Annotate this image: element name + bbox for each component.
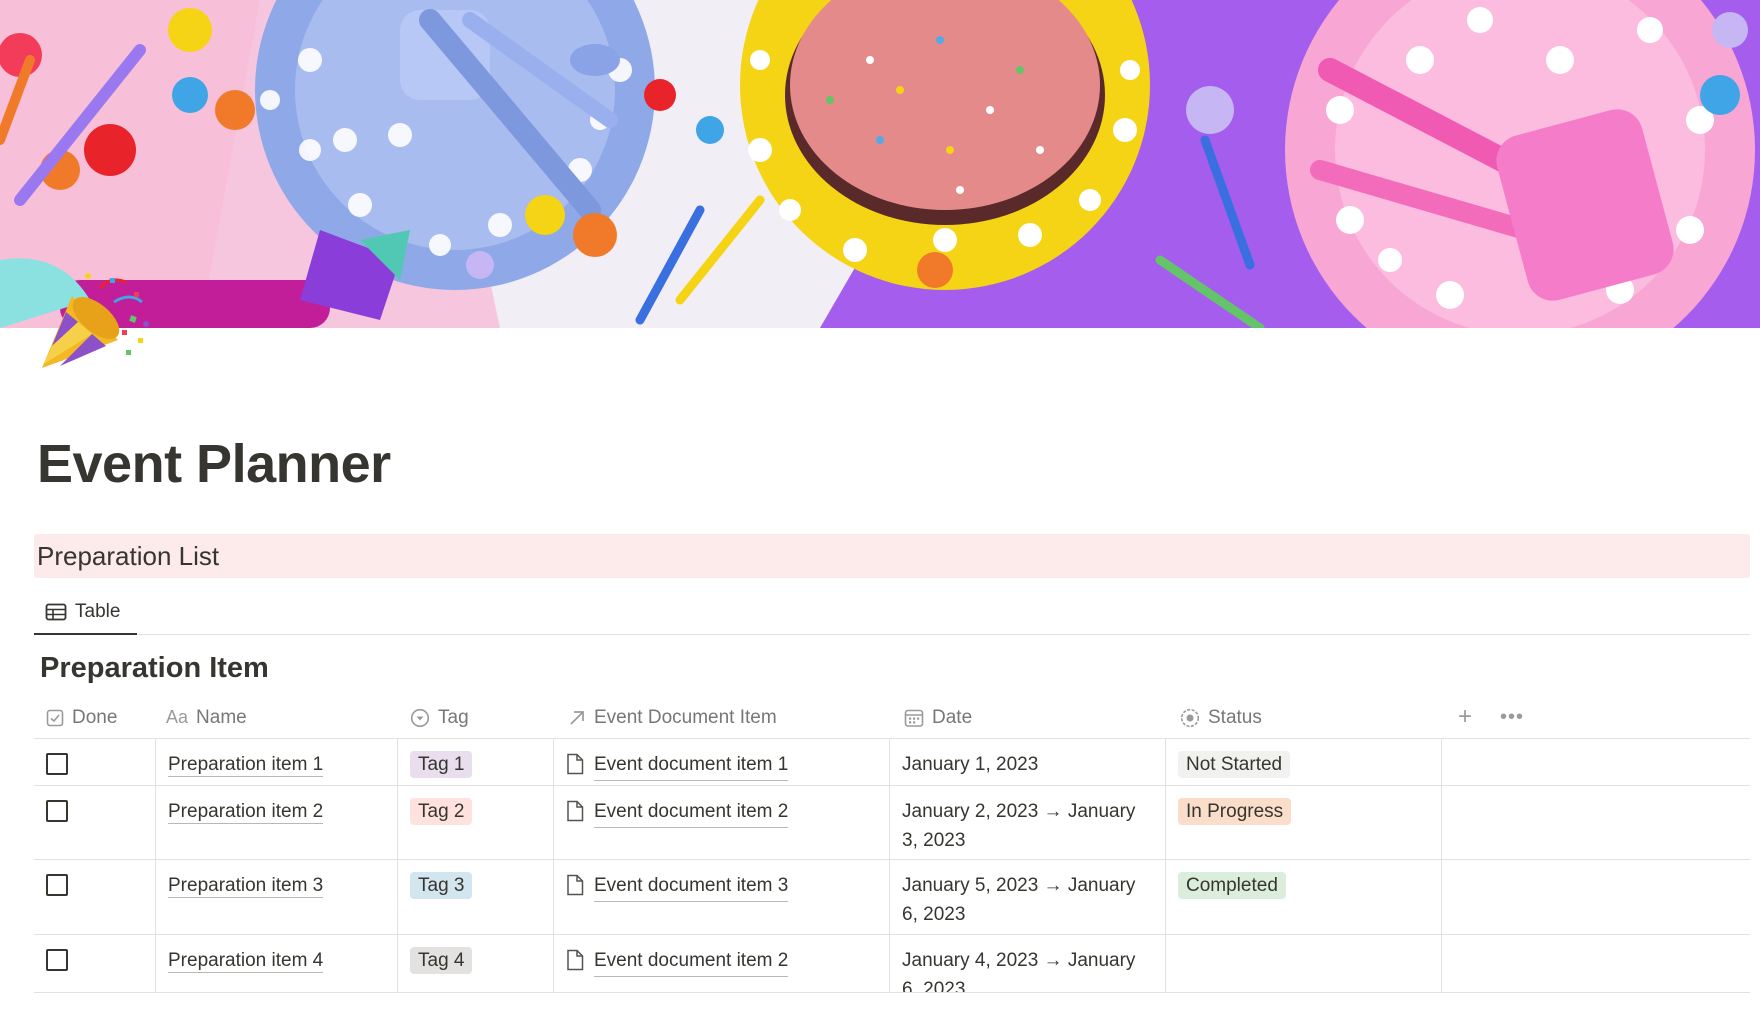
- column-header-tag-label: Tag: [438, 706, 469, 728]
- column-header-done-label: Done: [72, 706, 118, 728]
- done-cell: [34, 739, 156, 785]
- column-header-done[interactable]: Done: [46, 696, 117, 739]
- column-header-tag[interactable]: Tag: [410, 696, 469, 739]
- party-cover-image: [0, 0, 1760, 328]
- date-value: January 5, 2023 → January 6, 2023: [902, 875, 1136, 925]
- more-options-button[interactable]: •••: [1500, 706, 1524, 728]
- column-header-name[interactable]: Aa Name: [166, 696, 247, 739]
- page-icon: [567, 753, 584, 775]
- relation-arrow-icon: [570, 710, 584, 725]
- table-row[interactable]: Preparation item 4 Tag 4 Event document …: [34, 935, 1750, 993]
- tab-table-view[interactable]: Table: [34, 590, 137, 635]
- date-value: January 4, 2023 → January 6, 2023: [902, 950, 1136, 993]
- event-document-cell: Event document item 1: [554, 739, 890, 785]
- add-property-button[interactable]: +: [1458, 705, 1472, 729]
- column-header-date[interactable]: Date: [904, 696, 972, 739]
- table-row[interactable]: Preparation item 2 Tag 2 Event document …: [34, 786, 1750, 860]
- status-cell[interactable]: [1166, 935, 1442, 992]
- status-icon: [1180, 708, 1200, 727]
- database-view-tabs: Table: [34, 590, 1750, 635]
- page-icon: [567, 874, 584, 896]
- table-header-row: Done Aa Name Tag Event Document Item Dat…: [34, 696, 1750, 739]
- status-cell[interactable]: Completed: [1166, 860, 1442, 934]
- date-cell[interactable]: January 1, 2023: [890, 739, 1166, 785]
- status-pill: In Progress: [1178, 798, 1292, 825]
- name-cell: Preparation item 1: [156, 739, 398, 785]
- row-name-link[interactable]: Preparation item 4: [168, 950, 324, 973]
- status-pill: Completed: [1178, 872, 1286, 899]
- date-value: January 1, 2023: [902, 754, 1039, 775]
- done-checkbox[interactable]: [46, 753, 68, 775]
- table-row[interactable]: Preparation item 1 Tag 1 Event document …: [34, 739, 1750, 786]
- preparation-list-heading: Preparation List: [37, 541, 220, 571]
- row-name-link[interactable]: Preparation item 1: [168, 754, 324, 777]
- done-checkbox[interactable]: [46, 949, 68, 971]
- tag-pill: Tag 3: [410, 872, 473, 899]
- tag-cell[interactable]: Tag 2: [398, 786, 554, 859]
- event-document-cell: Event document item 3: [554, 860, 890, 934]
- tag-pill: Tag 2: [410, 798, 473, 825]
- name-cell: Preparation item 3: [156, 860, 398, 934]
- checkbox-icon: [46, 709, 64, 726]
- row-name-link[interactable]: Preparation item 2: [168, 801, 324, 824]
- preparation-list-heading-block[interactable]: Preparation List: [34, 534, 1750, 578]
- done-cell: [34, 860, 156, 934]
- status-cell[interactable]: Not Started: [1166, 739, 1442, 785]
- tab-table-label: Table: [75, 600, 121, 622]
- party-popper-icon[interactable]: [30, 268, 150, 378]
- status-pill: Not Started: [1178, 751, 1291, 778]
- event-document-link[interactable]: Event document item 3: [594, 871, 789, 902]
- text-aa-icon: Aa: [166, 707, 189, 727]
- done-cell: [34, 935, 156, 992]
- row-name-link[interactable]: Preparation item 3: [168, 875, 324, 898]
- event-document-cell: Event document item 2: [554, 935, 890, 992]
- event-document-cell: Event document item 2: [554, 786, 890, 859]
- date-cell[interactable]: January 4, 2023 → January 6, 2023: [890, 935, 1166, 992]
- date-cell[interactable]: January 2, 2023 → January 3, 2023: [890, 786, 1166, 859]
- column-header-event-document-item[interactable]: Event Document Item: [568, 696, 777, 739]
- tag-cell[interactable]: Tag 1: [398, 739, 554, 785]
- page-cover[interactable]: [0, 0, 1760, 328]
- table-row[interactable]: Preparation item 3 Tag 3 Event document …: [34, 860, 1750, 935]
- page-icon: [567, 949, 584, 971]
- name-cell: Preparation item 4: [156, 935, 398, 992]
- done-cell: [34, 786, 156, 859]
- select-icon: [410, 708, 430, 727]
- database-title[interactable]: Preparation Item: [40, 652, 269, 685]
- page-icon: [567, 800, 584, 822]
- tag-pill: Tag 4: [410, 947, 473, 974]
- tag-cell[interactable]: Tag 3: [398, 860, 554, 934]
- preparation-table: Done Aa Name Tag Event Document Item Dat…: [34, 696, 1750, 993]
- event-document-link[interactable]: Event document item 2: [594, 946, 789, 977]
- event-document-link[interactable]: Event document item 2: [594, 797, 789, 828]
- column-header-name-label: Name: [196, 706, 247, 728]
- date-value: January 2, 2023 → January 3, 2023: [902, 801, 1136, 851]
- page-title[interactable]: Event Planner: [37, 433, 391, 495]
- column-header-status-label: Status: [1208, 706, 1262, 728]
- column-header-date-label: Date: [932, 706, 973, 728]
- column-header-status[interactable]: Status: [1180, 696, 1262, 739]
- event-document-link[interactable]: Event document item 1: [594, 750, 789, 781]
- column-header-event-document-item-label: Event Document Item: [594, 706, 777, 728]
- name-cell: Preparation item 2: [156, 786, 398, 859]
- tag-cell[interactable]: Tag 4: [398, 935, 554, 992]
- done-checkbox[interactable]: [46, 800, 68, 822]
- done-checkbox[interactable]: [46, 874, 68, 896]
- tag-pill: Tag 1: [410, 751, 473, 778]
- date-cell[interactable]: January 5, 2023 → January 6, 2023: [890, 860, 1166, 934]
- calendar-icon: [904, 709, 924, 727]
- status-cell[interactable]: In Progress: [1166, 786, 1442, 859]
- table-icon: [45, 603, 67, 620]
